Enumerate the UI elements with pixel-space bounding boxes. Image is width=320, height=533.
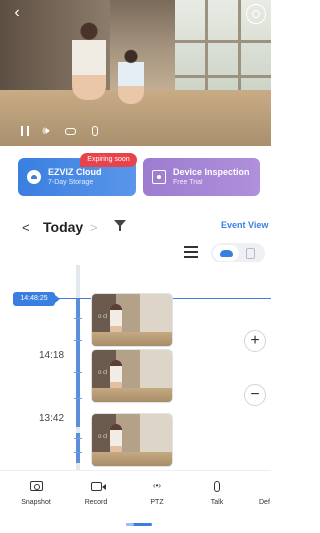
- record-icon: [90, 481, 102, 491]
- mic-icon[interactable]: [88, 123, 102, 139]
- ptz-icon: ‹•›: [152, 481, 162, 490]
- zoom-in-button[interactable]: +: [244, 330, 266, 352]
- date-label[interactable]: Today: [43, 219, 83, 235]
- timeline-tick: [74, 372, 82, 373]
- definition-button[interactable]: Def: [247, 478, 271, 506]
- settings-icon[interactable]: [246, 4, 266, 24]
- talk-icon: [214, 480, 220, 492]
- hour-label: 14:18: [39, 350, 65, 361]
- thumbnail-watermark: o cl: [98, 314, 108, 320]
- sd-card-icon[interactable]: [246, 248, 255, 259]
- talk-label: Talk: [210, 499, 224, 506]
- snapshot-button[interactable]: Snapshot: [10, 478, 62, 506]
- expiring-badge: Expiring soon: [80, 153, 137, 167]
- record-label: Record: [84, 499, 108, 506]
- inspection-icon: [152, 170, 166, 184]
- clip-thumbnail[interactable]: o cl: [92, 414, 172, 466]
- back-icon[interactable]: ‹: [8, 4, 26, 22]
- definition-label: Def: [259, 499, 270, 506]
- timeline-tick: [74, 452, 82, 453]
- screen: ‹ 🕪 EZVIZ Cloud 7-Day Storage Expiring s…: [0, 0, 271, 533]
- video-child-toddler: [118, 48, 144, 104]
- hour-label: 13:42: [39, 413, 65, 424]
- storage-source-toggle[interactable]: [211, 243, 265, 263]
- ptz-button[interactable]: ‹•› PTZ: [131, 478, 183, 506]
- snapshot-icon: [29, 481, 43, 491]
- talk-button[interactable]: Talk: [191, 478, 243, 506]
- zoom-out-button[interactable]: −: [244, 384, 266, 406]
- volume-icon[interactable]: 🕪: [38, 123, 54, 139]
- cloud-icon: [27, 170, 41, 184]
- filter-icon[interactable]: [114, 219, 127, 233]
- timeline-tick: [74, 438, 82, 439]
- snapshot-label: Snapshot: [21, 499, 51, 506]
- cloud-card-subtitle: 7-Day Storage: [48, 178, 94, 186]
- page-indicator: [126, 523, 152, 526]
- event-view-link[interactable]: Event View: [221, 220, 268, 230]
- current-time-bubble: 14:48:25: [13, 292, 60, 306]
- thumbnail-watermark: o cl: [98, 434, 108, 440]
- inspection-card-title: Device Inspection: [173, 166, 250, 177]
- thumbnail-watermark: o cl: [98, 370, 108, 376]
- video-child-girl: [72, 20, 106, 100]
- timeline-tick: [74, 318, 82, 319]
- clip-thumbnail[interactable]: o cl: [92, 294, 172, 346]
- cloud-card-title: EZVIZ Cloud: [48, 166, 102, 177]
- live-video[interactable]: ‹ 🕪: [0, 0, 271, 146]
- ptz-label: PTZ: [150, 499, 164, 506]
- inspection-card-subtitle: Free Trial: [173, 178, 203, 186]
- timeline-tick: [74, 340, 82, 341]
- screenshot-icon[interactable]: [62, 123, 78, 139]
- next-day-button[interactable]: >: [90, 220, 98, 235]
- list-view-icon[interactable]: [184, 246, 198, 258]
- prev-day-button[interactable]: <: [22, 220, 30, 235]
- pause-icon[interactable]: [18, 123, 32, 139]
- record-button[interactable]: Record: [70, 478, 122, 506]
- clip-thumbnail[interactable]: o cl: [92, 350, 172, 402]
- timeline-tick: [74, 398, 82, 399]
- cloud-storage-option[interactable]: [213, 245, 239, 261]
- device-inspection-card[interactable]: Device Inspection Free Trial: [143, 158, 260, 196]
